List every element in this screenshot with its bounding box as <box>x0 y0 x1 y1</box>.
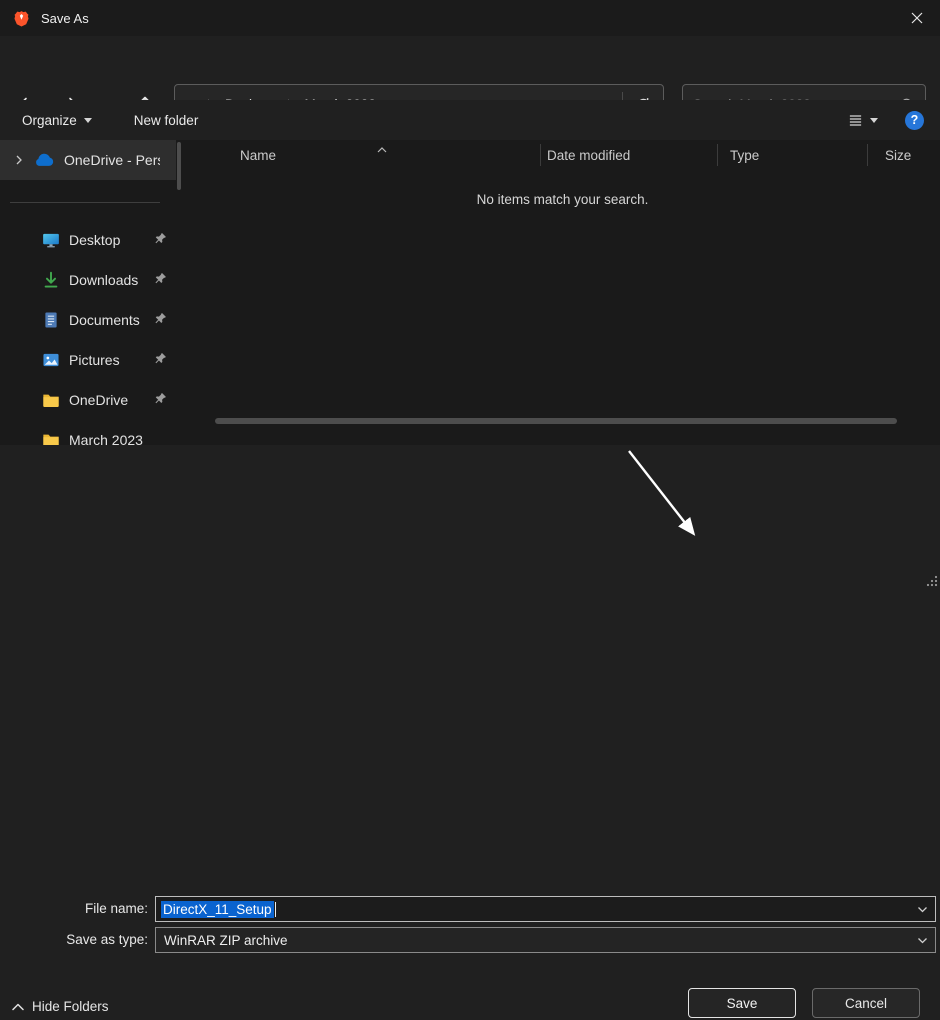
pin-icon <box>154 272 167 288</box>
titlebar: Save As <box>0 0 940 36</box>
save-label: Save <box>727 996 758 1011</box>
cancel-button[interactable]: Cancel <box>812 988 920 1018</box>
onedrive-cloud-icon <box>33 153 55 167</box>
file-name-input[interactable]: DirectX_11_Setup <box>155 896 936 922</box>
file-name-label: File name: <box>0 896 148 922</box>
toolbar: Organize New folder ? <box>0 100 940 140</box>
text-caret <box>275 902 276 917</box>
file-list: Name Date modified Type Size No items ma… <box>185 140 940 445</box>
folder-icon <box>42 391 60 409</box>
sidebar-item-desktop[interactable]: Desktop <box>0 220 176 260</box>
sidebar-item-documents[interactable]: Documents <box>0 300 176 340</box>
pin-icon <box>154 392 167 408</box>
column-header-date-modified[interactable]: Date modified <box>547 140 630 170</box>
column-header-name[interactable]: Name <box>240 140 276 170</box>
organize-label: Organize <box>22 113 77 128</box>
chevron-down-icon[interactable] <box>917 933 928 948</box>
column-label: Type <box>730 148 759 163</box>
cancel-label: Cancel <box>845 996 887 1011</box>
sidebar-item-label: OneDrive - Perso <box>64 152 160 168</box>
brave-icon <box>13 10 30 27</box>
sidebar-item-march-2023[interactable]: March 2023 <box>0 420 176 445</box>
sidebar-item-label: Desktop <box>69 232 120 248</box>
details-view-icon <box>847 113 864 128</box>
folder-icon <box>42 431 60 445</box>
column-separator[interactable] <box>867 144 868 166</box>
view-options-button[interactable] <box>838 106 887 134</box>
sidebar-item-onedrive-personal[interactable]: OneDrive - Perso <box>0 140 176 180</box>
new-folder-button[interactable]: New folder <box>125 106 208 134</box>
sidebar-item-label: March 2023 <box>69 432 143 445</box>
horizontal-scrollbar[interactable] <box>215 418 897 424</box>
bottom-panel: File name: DirectX_11_Setup Save as type… <box>0 445 940 589</box>
column-separator[interactable] <box>717 144 718 166</box>
sidebar-divider <box>10 202 160 203</box>
content-area: OneDrive - Perso Desktop Downloads Docum… <box>0 140 940 445</box>
chevron-right-icon[interactable] <box>14 155 24 165</box>
save-button[interactable]: Save <box>688 988 796 1018</box>
column-header-size[interactable]: Size <box>885 140 911 170</box>
column-label: Size <box>885 148 911 163</box>
hide-folders-label: Hide Folders <box>32 999 109 1014</box>
desktop-icon <box>42 231 60 249</box>
help-button[interactable]: ? <box>905 111 924 130</box>
sidebar-item-label: Documents <box>69 312 140 328</box>
window-title: Save As <box>41 11 89 26</box>
pin-icon <box>154 312 167 328</box>
save-as-type-label: Save as type: <box>0 927 148 953</box>
chevron-up-icon <box>12 1003 24 1011</box>
pin-icon <box>154 232 167 248</box>
resize-grip[interactable] <box>926 575 938 587</box>
sidebar-scrollbar[interactable] <box>177 142 181 190</box>
sort-ascending-icon <box>377 141 387 156</box>
documents-icon <box>42 311 60 329</box>
navigation-bar: Desktop March 2023 <box>0 36 940 100</box>
pin-icon <box>154 352 167 368</box>
new-folder-label: New folder <box>134 113 199 128</box>
file-name-value: DirectX_11_Setup <box>161 901 274 918</box>
column-header-type[interactable]: Type <box>730 140 759 170</box>
sidebar-item-onedrive-folder[interactable]: OneDrive <box>0 380 176 420</box>
help-label: ? <box>911 113 919 127</box>
hide-folders-button[interactable]: Hide Folders <box>12 993 109 1020</box>
sidebar-item-label: OneDrive <box>69 392 128 408</box>
downloads-icon <box>42 271 60 289</box>
column-separator[interactable] <box>540 144 541 166</box>
sidebar-item-downloads[interactable]: Downloads <box>0 260 176 300</box>
organize-button[interactable]: Organize <box>13 106 101 134</box>
empty-results-message: No items match your search. <box>185 192 940 207</box>
pictures-icon <box>42 351 60 369</box>
sidebar-item-pictures[interactable]: Pictures <box>0 340 176 380</box>
sidebar-item-label: Downloads <box>69 272 138 288</box>
caret-down-icon <box>84 118 92 123</box>
sidebar-item-label: Pictures <box>69 352 120 368</box>
save-as-type-select[interactable]: WinRAR ZIP archive <box>155 927 936 953</box>
close-button[interactable] <box>894 0 940 36</box>
chevron-down-icon[interactable] <box>917 902 928 917</box>
caret-down-icon <box>870 118 878 123</box>
save-as-type-value: WinRAR ZIP archive <box>164 933 288 948</box>
column-label: Name <box>240 148 276 163</box>
column-label: Date modified <box>547 148 630 163</box>
